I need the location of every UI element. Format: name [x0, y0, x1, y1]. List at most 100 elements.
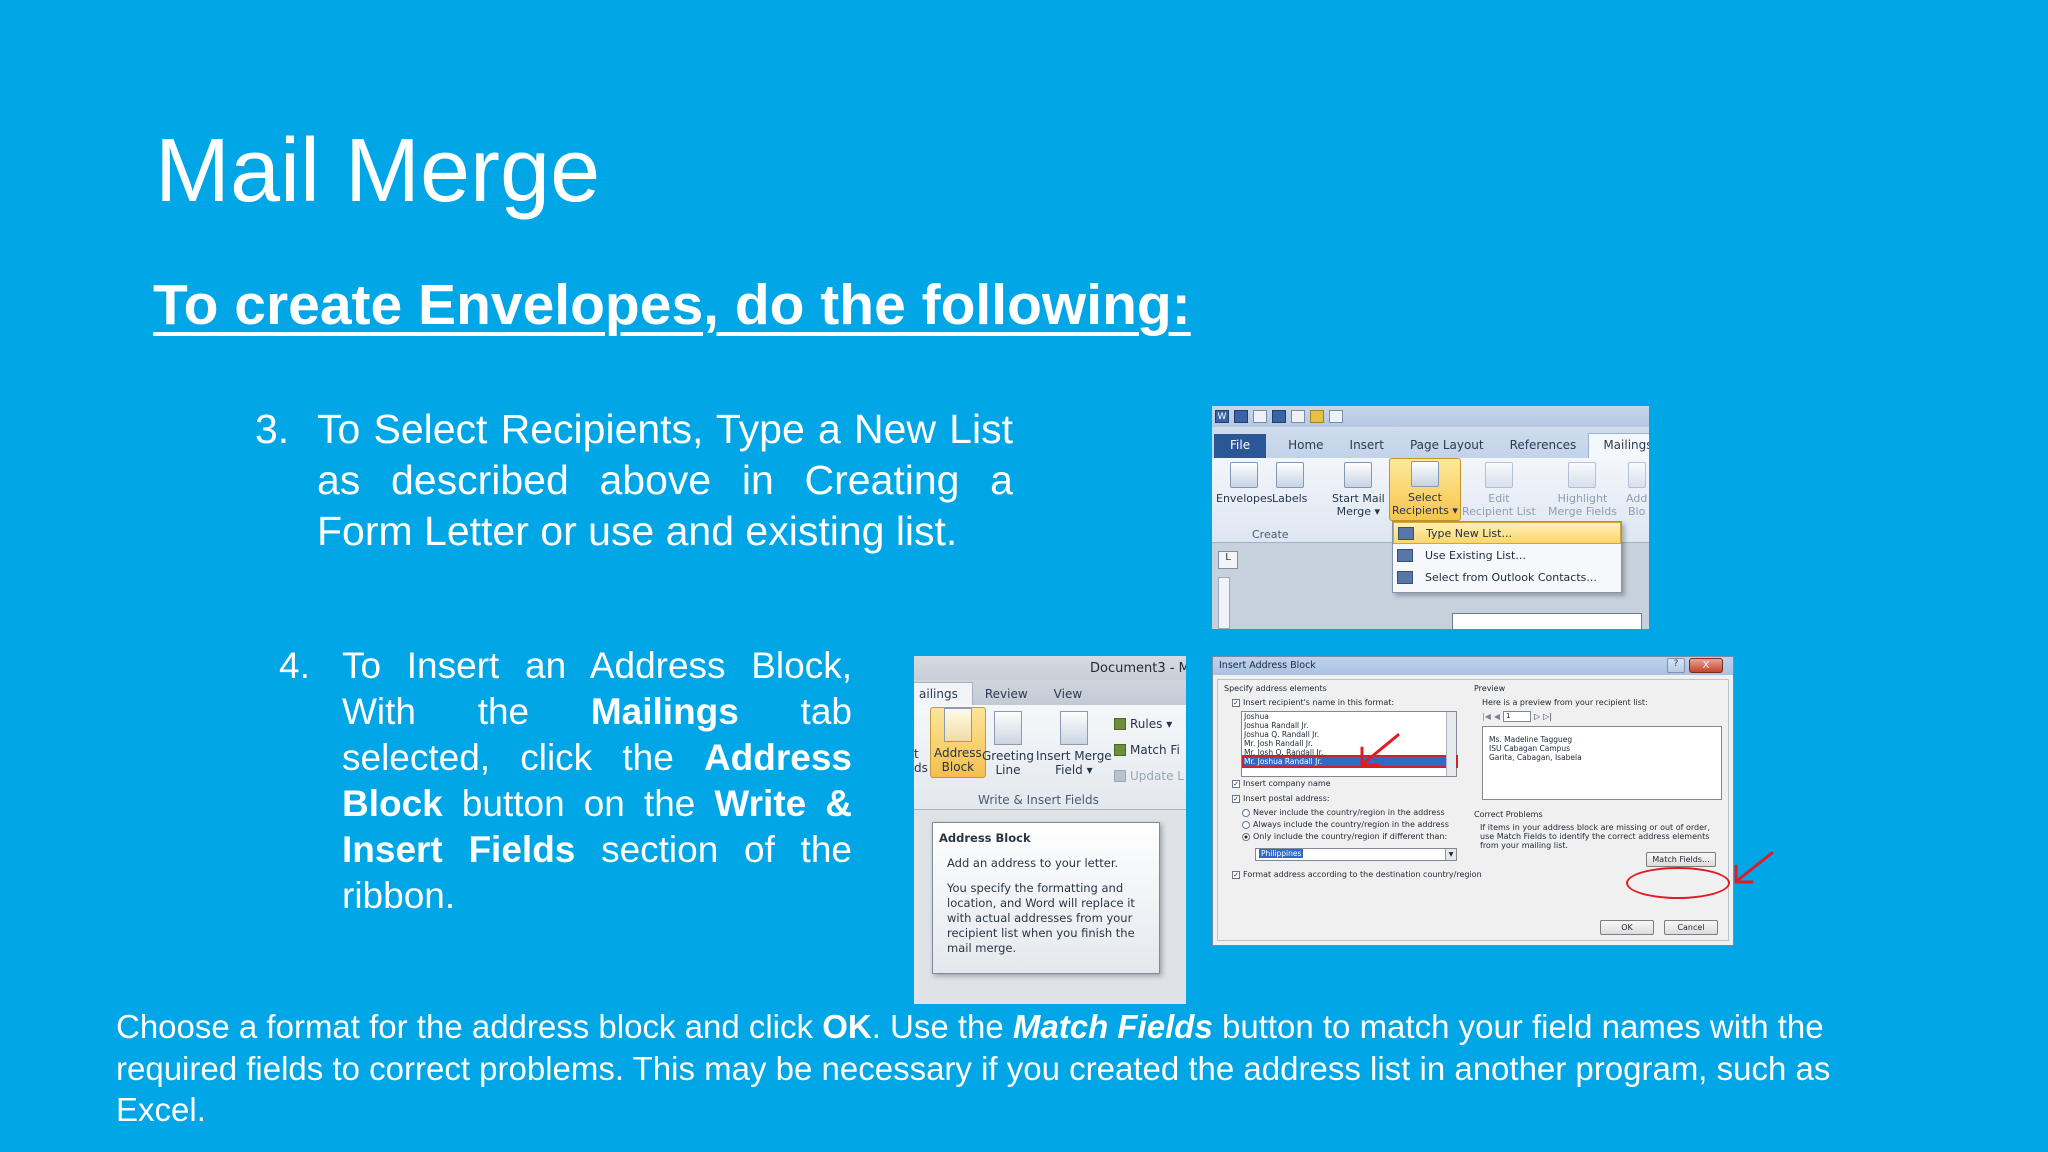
always-include-radio[interactable]: Always include the country/region in the…: [1242, 820, 1449, 829]
country-select[interactable]: Philippines ▼: [1255, 848, 1457, 861]
address-block-button-partial[interactable]: Add Blo: [1626, 462, 1647, 518]
highlight-merge-fields-label: Merge Fields: [1548, 505, 1617, 518]
save-icon[interactable]: [1234, 410, 1248, 423]
address-block-tooltip: Address Block Add an address to your let…: [932, 822, 1160, 974]
menu-item-type-new-list[interactable]: Type New List...: [1393, 522, 1621, 544]
step-4: 4. To Insert an Address Block, With the …: [279, 643, 852, 919]
record-number-field[interactable]: 1: [1503, 711, 1532, 722]
close-button[interactable]: X: [1689, 658, 1723, 673]
menu-item-use-existing-list[interactable]: Use Existing List...: [1393, 544, 1621, 566]
edit-recipient-list-button[interactable]: Edit Recipient List: [1462, 462, 1536, 518]
list-item[interactable]: Mr. Josh Randall Jr.: [1244, 739, 1456, 748]
insert-company-checkbox[interactable]: ✓ Insert company name: [1232, 779, 1331, 788]
list-item[interactable]: Joshua Randall Jr.: [1244, 721, 1456, 730]
write-insert-group-label: Write & Insert Fields: [978, 793, 1099, 807]
start-mail-merge-label: Merge ▾: [1336, 505, 1381, 518]
partial-label: ds: [914, 761, 928, 775]
insert-address-block-screenshot: Insert Address Block ? X Specify address…: [1212, 656, 1734, 946]
new-document-icon[interactable]: [1291, 410, 1305, 423]
match-fields-button[interactable]: Match Fields...: [1646, 852, 1716, 867]
radio-selected-icon: [1242, 832, 1250, 841]
tab-file[interactable]: File: [1214, 434, 1267, 458]
list-item[interactable]: Mr. Josh Q. Randall Jr.: [1244, 748, 1456, 757]
document-page: [1452, 613, 1642, 629]
envelopes-label: Envelopes: [1216, 492, 1273, 505]
only-include-label: Only include the country/region if diffe…: [1253, 832, 1448, 841]
rules-button[interactable]: Rules ▾: [1114, 717, 1172, 731]
insert-name-checkbox[interactable]: ✓ Insert recipient's name in this format:: [1232, 698, 1394, 707]
insert-company-label: Insert company name: [1243, 779, 1331, 788]
recipients-icon: [1410, 461, 1439, 487]
footer-note: Choose a format for the address block an…: [116, 1006, 1896, 1131]
tab-view[interactable]: View: [1042, 687, 1096, 705]
list-scrollbar[interactable]: [1446, 712, 1456, 776]
tab-references[interactable]: References: [1496, 438, 1589, 458]
step-4-text: To Insert an Address Block, With the Mai…: [342, 643, 852, 919]
previous-record-icon[interactable]: ◀: [1494, 712, 1500, 721]
match-fields-highlight-ring: [1626, 867, 1730, 899]
format-address-checkbox[interactable]: ✓ Format address according to the destina…: [1232, 870, 1482, 879]
footer-text-part: Choose a format for the address block an…: [116, 1008, 823, 1045]
greeting-line-label: Line: [995, 763, 1021, 777]
tab-mailings[interactable]: Mailings: [1588, 433, 1649, 458]
step-3-text: To Select Recipients, Type a New List as…: [317, 406, 1013, 554]
next-record-icon[interactable]: ▷: [1534, 712, 1540, 721]
match-fields-button[interactable]: Match Fi: [1114, 743, 1180, 757]
highlight-merge-fields-button[interactable]: Highlight Merge Fields: [1548, 462, 1617, 518]
tab-mailings[interactable]: ailings: [914, 682, 973, 705]
dialog-title-bar: Insert Address Block ? X: [1213, 657, 1733, 675]
dialog-title: Insert Address Block: [1219, 660, 1316, 671]
name-format-list[interactable]: Joshua Joshua Randall Jr. Joshua Q. Rand…: [1241, 711, 1458, 777]
mail-merge-icon: [1344, 462, 1373, 488]
menu-item-outlook-contacts[interactable]: Select from Outlook Contacts...: [1393, 566, 1621, 588]
address-block-label: Address: [934, 746, 982, 760]
labels-icon: [1275, 462, 1304, 488]
partial-label: t: [914, 747, 919, 761]
customize-qat-icon[interactable]: [1329, 410, 1343, 423]
last-record-icon[interactable]: ▷|: [1543, 712, 1552, 721]
preview-label: Preview: [1474, 684, 1506, 693]
open-folder-icon[interactable]: [1310, 410, 1324, 423]
ruler-tab-selector[interactable]: L: [1218, 551, 1238, 569]
greeting-line-button[interactable]: Greeting Line: [982, 711, 1034, 777]
first-record-icon[interactable]: |◀: [1482, 712, 1491, 721]
new-list-icon: [1398, 526, 1414, 540]
envelopes-button[interactable]: Envelopes: [1216, 462, 1272, 505]
rules-label: Rules ▾: [1130, 717, 1173, 731]
redo-icon[interactable]: [1272, 410, 1286, 423]
ok-button[interactable]: OK: [1600, 920, 1654, 935]
always-include-label: Always include the country/region in the…: [1253, 820, 1449, 829]
document-title-bar: Document3 - M: [914, 656, 1186, 680]
quick-access-toolbar: W: [1212, 406, 1649, 427]
insert-merge-field-button[interactable]: Insert Merge Field ▾: [1036, 711, 1112, 777]
address-preview: Ms. Madeline Taggueg ISU Cabagan Campus …: [1482, 726, 1722, 800]
select-recipients-button[interactable]: Select Recipients ▾: [1389, 458, 1461, 521]
list-item[interactable]: Joshua: [1244, 712, 1456, 721]
tab-home[interactable]: Home: [1274, 438, 1335, 458]
tab-review[interactable]: Review: [973, 687, 1042, 705]
cancel-button[interactable]: Cancel: [1664, 920, 1718, 935]
ribbon-tabs: File Home Insert Page Layout References …: [1212, 427, 1649, 458]
match-fields-label: Match Fi: [1130, 743, 1180, 757]
list-item-selected[interactable]: Mr. Joshua Randall Jr.: [1242, 755, 1458, 768]
radio-icon: [1242, 808, 1250, 817]
address-block-label-partial: Blo: [1627, 505, 1646, 518]
help-button[interactable]: ?: [1667, 658, 1685, 673]
word-icon[interactable]: W: [1215, 410, 1229, 423]
edit-list-icon: [1484, 462, 1513, 488]
insert-postal-label: Insert postal address:: [1243, 794, 1330, 803]
address-block-button[interactable]: Address Block: [930, 707, 986, 778]
match-fields-icon: [1114, 744, 1126, 756]
undo-icon[interactable]: [1253, 410, 1267, 423]
update-labels-button[interactable]: Update L: [1114, 769, 1184, 783]
list-item[interactable]: Joshua Q. Randall Jr.: [1244, 730, 1456, 739]
tab-insert[interactable]: Insert: [1336, 438, 1396, 458]
greeting-line-label: Greeting: [982, 749, 1034, 763]
tab-page-layout[interactable]: Page Layout: [1396, 438, 1496, 458]
never-include-radio[interactable]: Never include the country/region in the …: [1242, 808, 1445, 817]
labels-button[interactable]: Labels: [1272, 462, 1307, 505]
chevron-down-icon[interactable]: ▼: [1445, 849, 1456, 860]
only-include-radio[interactable]: Only include the country/region if diffe…: [1242, 832, 1447, 841]
insert-postal-checkbox[interactable]: ✓ Insert postal address:: [1232, 794, 1330, 803]
start-mail-merge-button[interactable]: Start Mail Merge ▾: [1332, 462, 1385, 518]
